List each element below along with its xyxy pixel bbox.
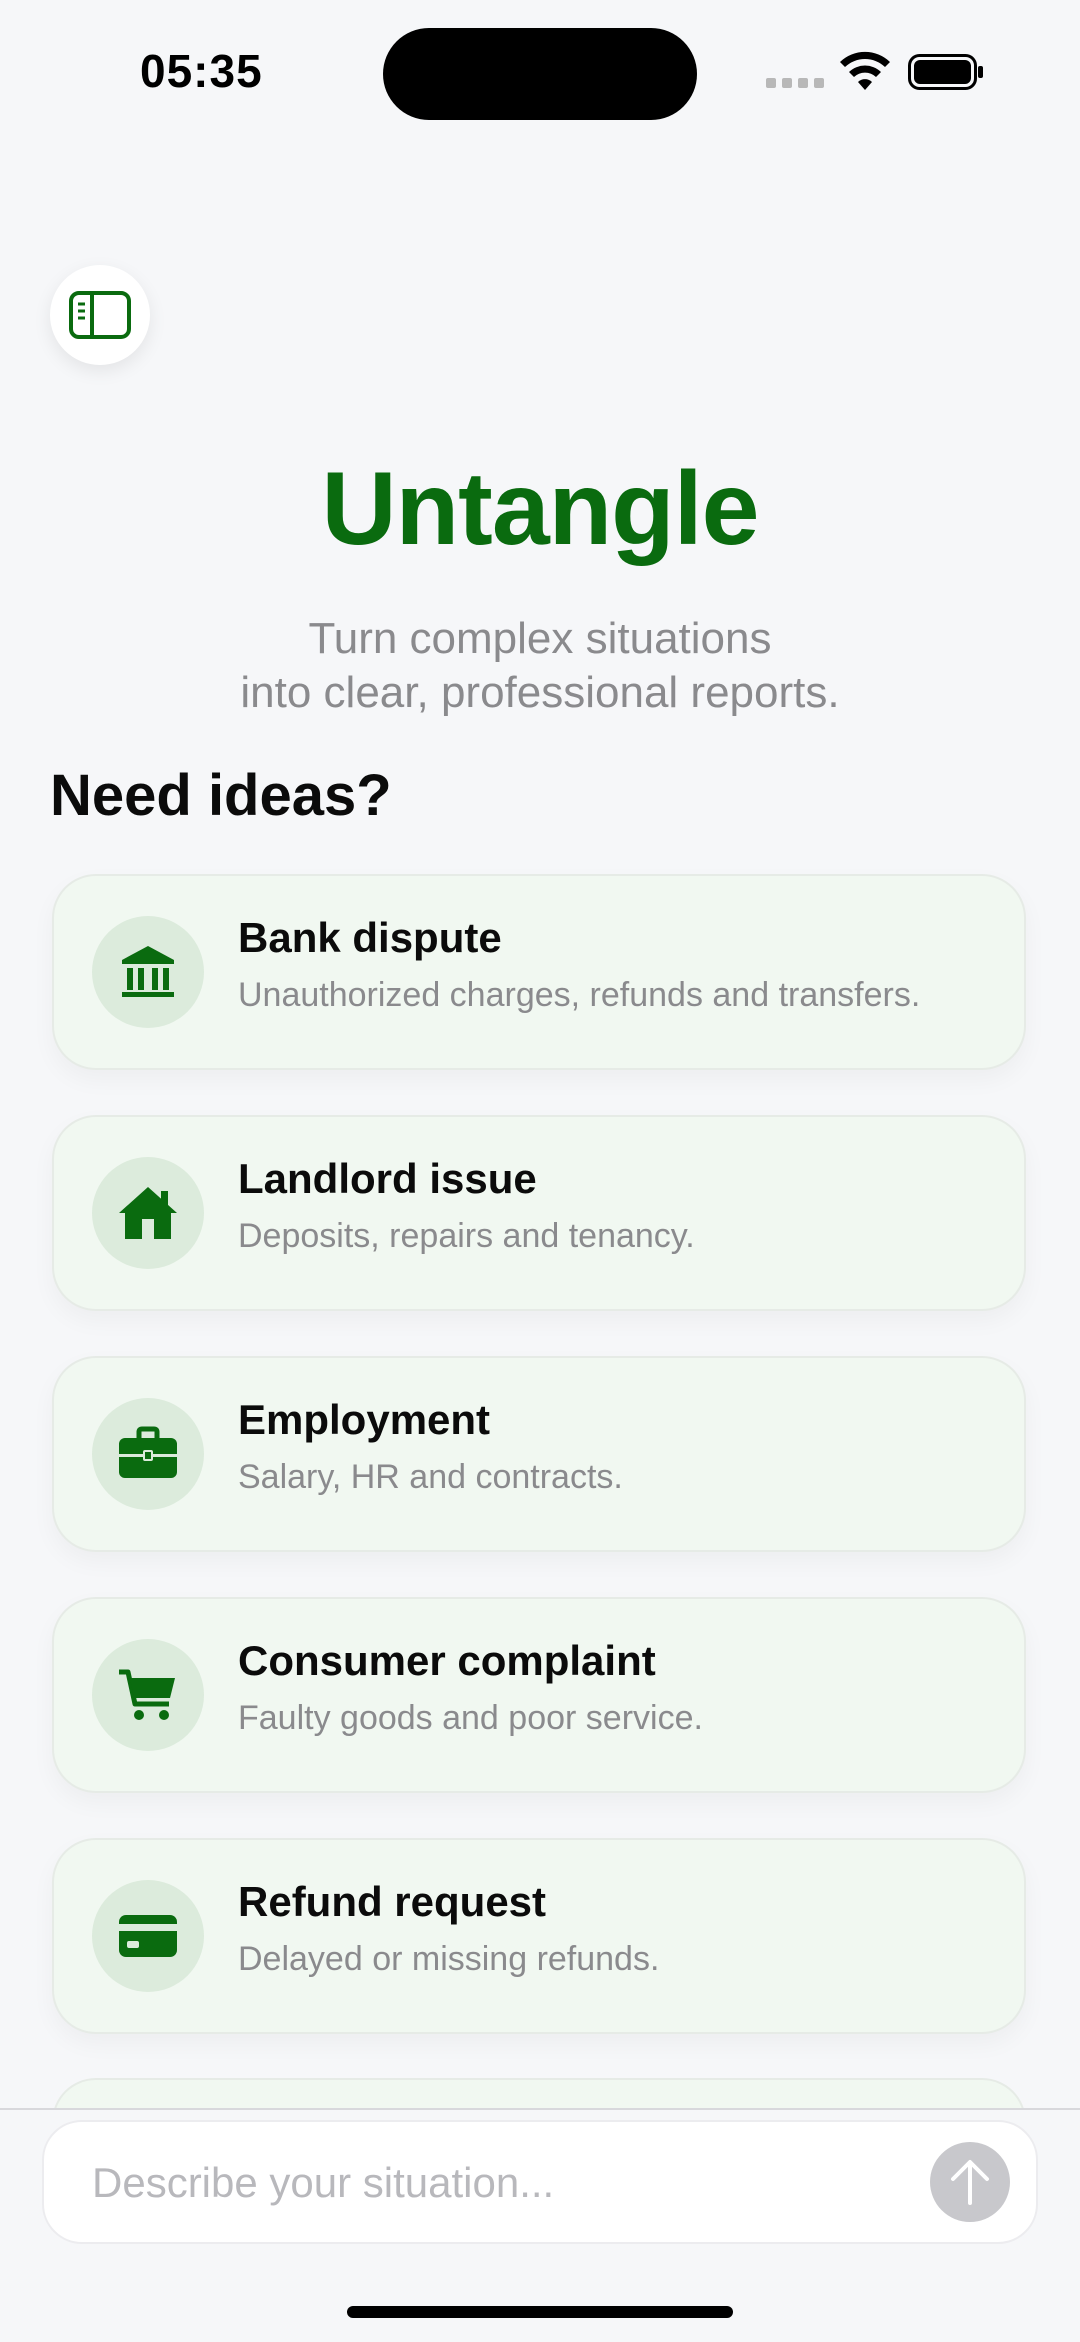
card-icon-circle — [92, 1398, 204, 1510]
status-bar: 05:35 — [0, 0, 1080, 140]
card-title: Refund request — [238, 1878, 547, 1925]
card-description: Faulty goods and poor service. — [238, 1699, 703, 1737]
card-icon-circle — [92, 1880, 204, 1992]
card-title: Bank dispute — [238, 914, 502, 961]
sidebar-toggle-button[interactable] — [50, 265, 150, 365]
card-description: Salary, HR and contracts. — [238, 1458, 623, 1496]
card-title: Landlord issue — [238, 1155, 537, 1202]
cellular-signal-icon — [766, 78, 824, 88]
cart-icon — [119, 1669, 175, 1720]
situation-input[interactable] — [90, 2150, 914, 2216]
card-description: Unauthorized charges, refunds and transf… — [238, 976, 921, 1014]
idea-card-landlord-issue[interactable]: Landlord issue Deposits, repairs and ten… — [52, 1115, 1026, 1311]
arrow-up-icon — [951, 2160, 989, 2205]
idea-card-refund-request[interactable]: Refund request Delayed or missing refund… — [52, 1838, 1026, 2034]
subtitle-line-2: into clear, professional reports. — [240, 668, 840, 717]
battery-icon — [908, 54, 983, 90]
send-button[interactable] — [930, 2142, 1010, 2222]
card-title: Employment — [238, 1396, 491, 1443]
house-icon — [119, 1187, 177, 1239]
card-description: Delayed or missing refunds. — [238, 1940, 660, 1978]
card-title: Consumer complaint — [238, 1637, 656, 1684]
sidebar-toggle-icon — [69, 291, 131, 339]
idea-card-bank-dispute[interactable]: Bank dispute Unauthorized charges, refun… — [52, 874, 1026, 1070]
idea-card-employment[interactable]: Employment Salary, HR and contracts. — [52, 1356, 1026, 1552]
credit-card-icon — [119, 1915, 177, 1957]
composer — [42, 2120, 1038, 2244]
briefcase-icon — [119, 1426, 177, 1478]
dynamic-island — [383, 28, 697, 120]
home-indicator — [347, 2306, 733, 2318]
app-title: Untangle — [321, 451, 760, 567]
bank-icon — [122, 946, 174, 997]
subtitle-line-1: Turn complex situations — [308, 614, 772, 663]
card-icon-circle — [92, 1157, 204, 1269]
app-subtitle: Turn complex situations into clear, prof… — [0, 612, 1080, 720]
need-ideas-heading: Need ideas? — [50, 763, 392, 828]
card-icon-circle — [92, 916, 204, 1028]
status-time: 05:35 — [140, 45, 263, 97]
card-description: Deposits, repairs and tenancy. — [238, 1217, 695, 1255]
wifi-icon — [840, 51, 890, 90]
card-icon-circle — [92, 1639, 204, 1751]
idea-card-consumer-complaint[interactable]: Consumer complaint Faulty goods and poor… — [52, 1597, 1026, 1793]
